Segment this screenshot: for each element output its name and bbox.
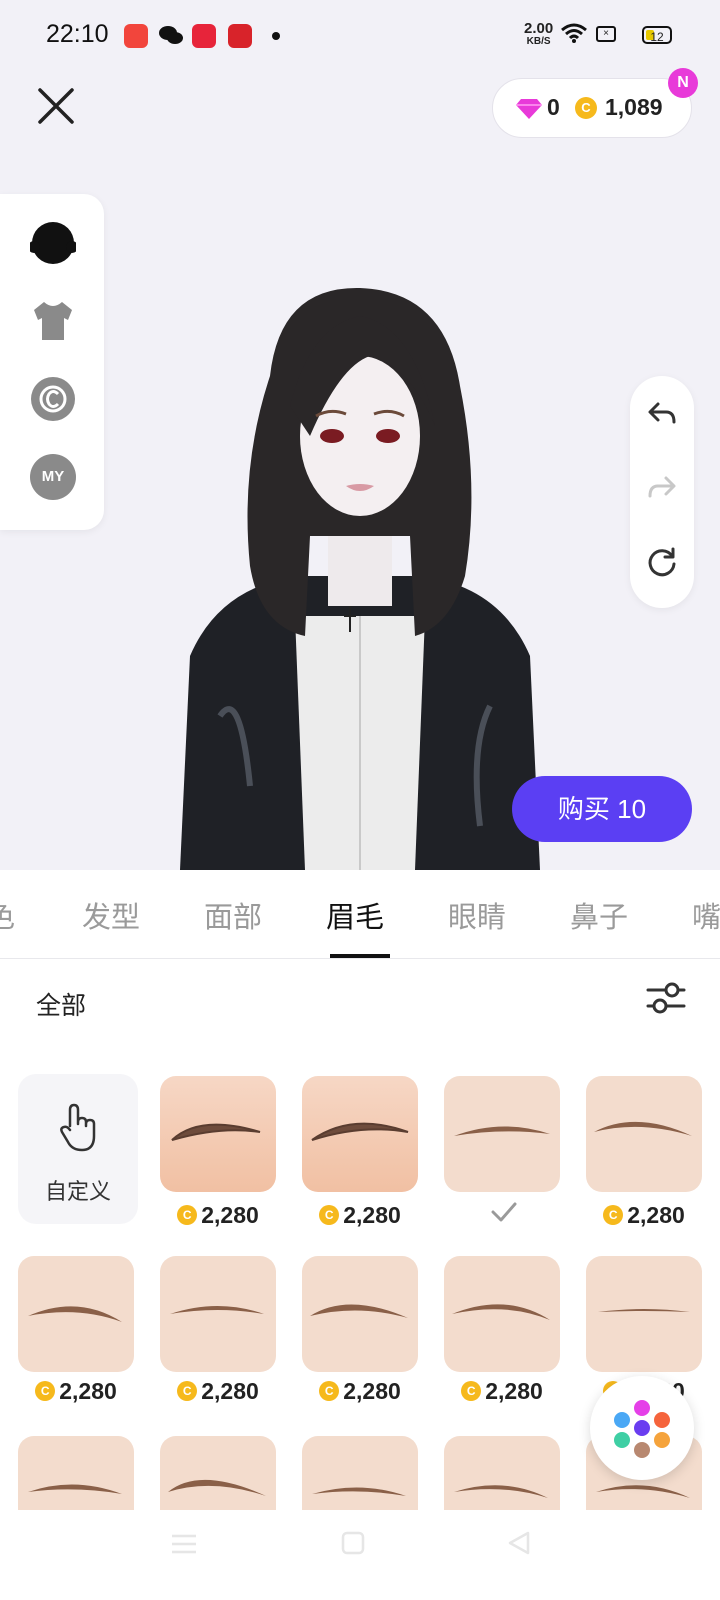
price-label: C2,280 [290,1202,430,1229]
red-app-icon [192,24,216,48]
redo-button[interactable] [646,472,678,504]
custom-eyebrow-tile[interactable]: 自定义 [18,1074,138,1224]
diamond-icon [516,99,542,119]
tab-eyebrows[interactable]: 眉毛 [326,894,384,936]
filter-button[interactable] [646,980,686,1016]
hair-category-button[interactable] [28,220,78,266]
category-tabs: 色 发型 面部 眉毛 眼睛 鼻子 嘴 [0,870,720,959]
wechat-icon [158,24,184,46]
currency-balance[interactable]: 0 C 1,089 [492,78,692,138]
eyebrow-option[interactable] [302,1256,418,1372]
price-label: C2,280 [432,1378,572,1405]
shirt-icon [34,302,72,340]
wifi-icon [560,22,588,49]
active-tab-indicator [330,954,390,958]
battery-indicator: 12 [642,26,672,44]
home-icon[interactable] [340,1530,366,1556]
color-palette-button[interactable] [590,1376,694,1480]
hair-icon [28,222,78,264]
price-label: C2,280 [148,1378,288,1405]
my-category-button[interactable]: MY [30,454,76,500]
coin-count: 1,089 [605,94,663,120]
status-time: 22:10 [46,20,109,48]
eyebrow-option-selected[interactable] [444,1076,560,1192]
price-label: C2,280 [148,1202,288,1229]
music-app-icon [124,24,148,48]
diamond-count: 0 [547,94,560,120]
sim-icon: × [596,26,616,42]
network-speed: 2.00 KB/S [524,20,554,47]
price-label: C2,280 [290,1378,430,1405]
more-notifications-dot [272,32,280,40]
hand-pointer-icon [60,1103,96,1152]
toutiao-icon [228,24,252,48]
price-label: C2,280 [574,1202,714,1229]
custom-label: 自定义 [44,1179,111,1204]
eyebrow-option[interactable] [444,1256,560,1372]
undo-icon [648,402,676,424]
eyebrow-option[interactable] [302,1436,418,1512]
tab-color[interactable]: 色 [0,894,15,936]
status-bar: 22:10 2.00 KB/S × 12 [0,0,720,70]
buy-button[interactable]: 购买 10 [512,776,692,842]
menu-icon[interactable] [170,1532,198,1556]
sliders-icon [646,982,686,1014]
history-panel [630,376,694,608]
price-label: C2,280 [6,1378,146,1405]
eyebrow-option[interactable] [18,1436,134,1512]
selected-check-icon [490,1200,518,1229]
coin-icon: C [575,97,597,119]
eyebrow-option[interactable] [160,1436,276,1512]
my-icon: MY [30,454,76,500]
clothing-category-button[interactable] [30,298,76,344]
avatar-model [160,286,560,870]
tab-nose[interactable]: 鼻子 [570,894,628,936]
copyright-icon [31,377,75,421]
tab-hairstyle[interactable]: 发型 [82,894,140,936]
eyebrow-option[interactable] [160,1256,276,1372]
copyright-category-button[interactable] [30,376,76,422]
eyebrow-option[interactable] [444,1436,560,1512]
back-icon[interactable] [506,1530,532,1556]
reset-button[interactable] [646,546,678,578]
eyebrow-option[interactable] [586,1256,702,1372]
undo-button[interactable] [646,398,678,430]
filter-all[interactable]: 全部 [36,986,86,1022]
tab-eyes[interactable]: 眼睛 [448,894,506,936]
eyebrow-option[interactable] [302,1076,418,1192]
reset-icon [648,547,676,577]
redo-icon [648,476,676,498]
tab-mouth[interactable]: 嘴 [692,894,720,936]
palette-icon [614,1400,670,1458]
eyebrow-option[interactable] [18,1256,134,1372]
close-icon [38,88,74,124]
eyebrow-option[interactable] [160,1076,276,1192]
system-navigation-bar [0,1510,720,1600]
new-badge: N [668,68,698,98]
close-button[interactable] [34,84,78,128]
tab-face[interactable]: 面部 [204,894,262,936]
eyebrow-option[interactable] [586,1076,702,1192]
category-side-panel: MY [0,194,104,530]
